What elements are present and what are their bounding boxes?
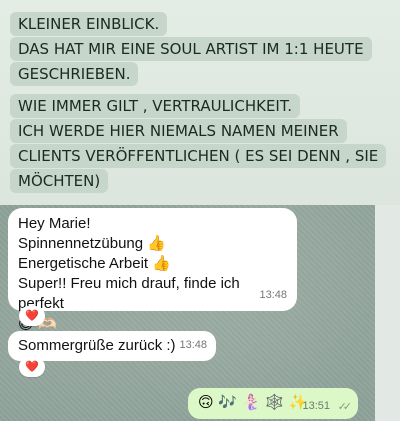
outgoing-message-bubble[interactable]: 🙃 🎶 🧜🏻‍♀️ 🕸️ ✨ 13:51 ✓✓ <box>188 388 358 419</box>
message-line: Energetische Arbeit 👍 <box>18 255 171 272</box>
right-margin-band <box>375 205 400 421</box>
heart-reaction-icon[interactable]: ❤️ <box>19 357 45 377</box>
double-check-icon: ✓✓ <box>337 401 353 413</box>
message-timestamp: 13:48 <box>179 339 207 351</box>
caption-top-line-3: GESCHRIEBEN. <box>10 62 139 86</box>
caption-top-line-1: KLEINER EINBLICK. <box>10 12 168 36</box>
caption-bottom: WIE IMMER GILT , VERTRAULICHKEIT. ICH WE… <box>10 94 387 194</box>
incoming-message-bubble[interactable]: Sommergrüße zurück :) 13:48 <box>8 331 216 361</box>
caption-bottom-line-4: MÖCHTEN) <box>10 169 109 193</box>
caption-bottom-line-1: WIE IMMER GILT , VERTRAULICHKEIT. <box>10 94 300 118</box>
caption-top: KLEINER EINBLICK. DAS HAT MIR EINE SOUL … <box>10 12 372 87</box>
message-timestamp: 13:51 <box>302 400 330 412</box>
message-line: Super!! Freu mich drauf, finde ich perfe… <box>18 275 240 312</box>
caption-bottom-line-2: ICH WERDE HIER NIEMALS NAMEN MEINER <box>10 119 347 143</box>
message-emojis: 🙃 🎶 🧜🏻‍♀️ 🕸️ ✨ <box>198 393 308 411</box>
chat-screenshot: Hey Marie! Spinnennetzübung 👍 Energetisc… <box>0 205 375 421</box>
caption-top-line-2: DAS HAT MIR EINE SOUL ARTIST IM 1:1 HEUT… <box>10 37 372 61</box>
message-text: Sommergrüße zurück :) <box>18 337 176 354</box>
message-timestamp: 13:48 <box>259 289 287 301</box>
message-line: Hey Marie! <box>18 215 91 232</box>
incoming-message-bubble[interactable]: Hey Marie! Spinnennetzübung 👍 Energetisc… <box>8 208 297 333</box>
caption-bottom-line-3: CLIENTS VERÖFFENTLICHEN ( ES SEI DENN , … <box>10 144 387 168</box>
heart-reaction-icon[interactable]: ❤️ <box>19 306 45 326</box>
message-line: Spinnennetzübung 👍 <box>18 235 166 252</box>
